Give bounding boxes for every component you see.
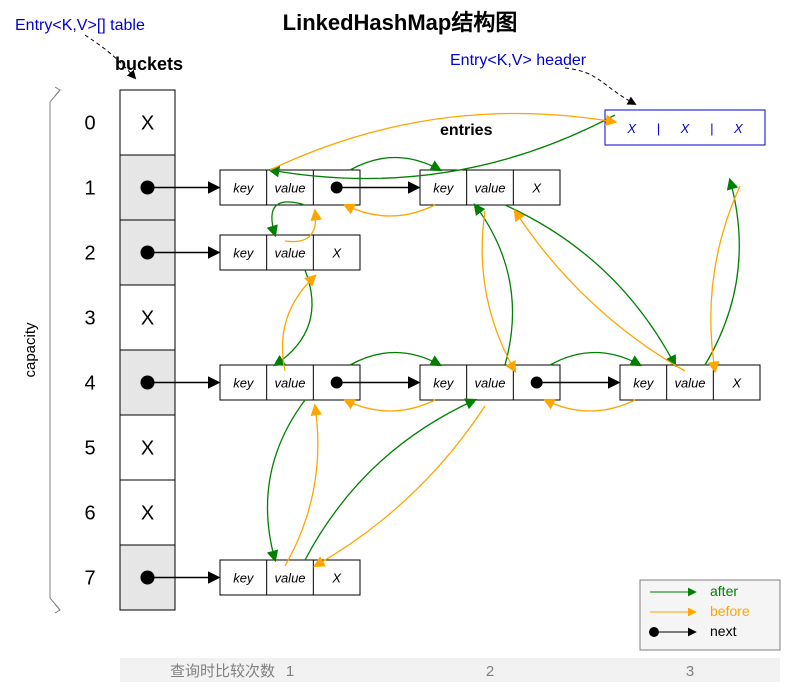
bucket-index: 6 bbox=[84, 503, 95, 525]
capacity-brace bbox=[50, 90, 60, 610]
entry-next-null: X bbox=[331, 246, 342, 261]
legend-label: next bbox=[710, 623, 737, 639]
bucket-index: 4 bbox=[84, 373, 95, 395]
entries-label: entries bbox=[440, 122, 493, 139]
before-arrow bbox=[711, 186, 740, 371]
table-array-label: Entry<K,V>[] table bbox=[15, 17, 145, 34]
legend-label: after bbox=[710, 583, 738, 599]
entry-value: value bbox=[274, 246, 305, 261]
before-arrow bbox=[545, 400, 635, 411]
bucket-index: 1 bbox=[84, 178, 95, 200]
arrow-tip bbox=[55, 604, 60, 613]
entry-value: value bbox=[474, 181, 505, 196]
after-arrow bbox=[350, 353, 440, 366]
bucket-index: 5 bbox=[84, 438, 95, 460]
entry-key: key bbox=[233, 376, 255, 391]
after-arrow bbox=[272, 202, 305, 235]
page-title: LinkedHashMap结构图 bbox=[283, 10, 518, 35]
footer-count: 3 bbox=[686, 663, 694, 680]
footer-count: 1 bbox=[286, 663, 294, 680]
entry-next-null: X bbox=[731, 376, 742, 391]
header-cell: X bbox=[626, 121, 637, 136]
buckets-label: buckets bbox=[115, 54, 183, 74]
svg-text:|: | bbox=[657, 121, 660, 136]
capacity-label: capacity bbox=[22, 322, 39, 378]
header-entry-label: Entry<K,V> header bbox=[450, 52, 587, 69]
entry-value: value bbox=[674, 376, 705, 391]
bucket-null: X bbox=[141, 308, 154, 330]
header-cell: X bbox=[680, 121, 691, 136]
before-arrow bbox=[345, 400, 435, 411]
bucket-index: 2 bbox=[84, 243, 95, 265]
legend-label: before bbox=[710, 603, 750, 619]
entry-next-null: X bbox=[331, 571, 342, 586]
bucket-null: X bbox=[141, 438, 154, 460]
entry-next-null: X bbox=[531, 181, 542, 196]
after-arrow bbox=[350, 158, 440, 171]
pointer-arrow bbox=[565, 68, 635, 104]
before-arrow bbox=[285, 406, 318, 566]
after-arrow bbox=[475, 205, 513, 365]
header-cell: X bbox=[733, 121, 744, 136]
after-arrow bbox=[705, 180, 739, 365]
footer-label: 查询时比较次数 bbox=[170, 662, 275, 680]
after-arrow bbox=[305, 400, 475, 560]
entry-value: value bbox=[274, 181, 305, 196]
arrow-tip bbox=[55, 87, 60, 96]
bucket-index: 3 bbox=[84, 308, 95, 330]
before-arrow bbox=[315, 406, 485, 566]
entry-key: key bbox=[233, 571, 255, 586]
entry-value: value bbox=[474, 376, 505, 391]
after-arrow bbox=[550, 353, 640, 366]
before-arrow bbox=[345, 205, 435, 216]
entry-key: key bbox=[433, 181, 455, 196]
entry-key: key bbox=[233, 181, 255, 196]
bucket-null: X bbox=[141, 503, 154, 525]
entry-key: key bbox=[233, 246, 255, 261]
before-arrow bbox=[282, 276, 315, 371]
before-arrow bbox=[515, 211, 685, 371]
svg-text:|: | bbox=[710, 121, 713, 136]
entry-key: key bbox=[633, 376, 655, 391]
entry-value: value bbox=[274, 571, 305, 586]
bucket-index: 0 bbox=[84, 113, 95, 135]
bucket-null: X bbox=[141, 113, 154, 135]
bucket-index: 7 bbox=[84, 568, 95, 590]
entry-value: value bbox=[274, 376, 305, 391]
entry-key: key bbox=[433, 376, 455, 391]
footer-count: 2 bbox=[486, 663, 494, 680]
after-arrow bbox=[505, 205, 675, 365]
before-arrow bbox=[482, 211, 515, 371]
